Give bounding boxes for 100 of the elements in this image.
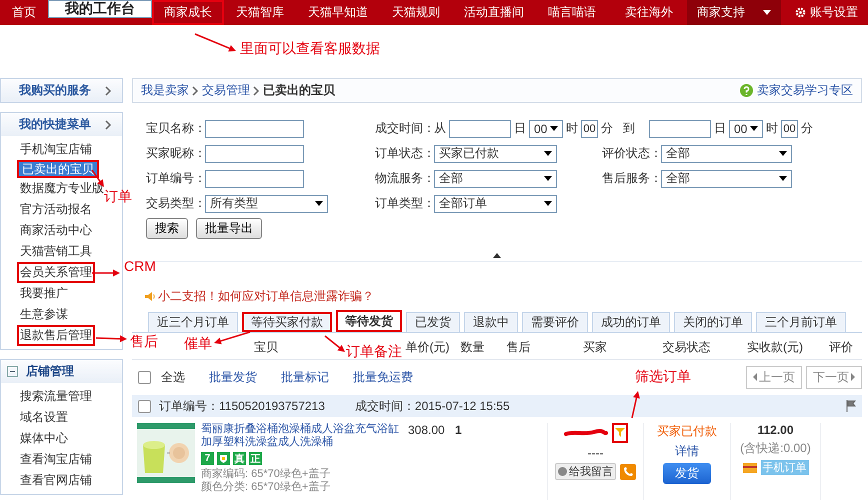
field-label: 售后服务： [602,170,661,187]
nav-link[interactable]: 卖往海外 [615,0,683,25]
order-tab[interactable]: 需要评价 [522,312,588,332]
date-field[interactable] [649,120,711,138]
order-tab[interactable]: 关闭的订单 [674,312,752,332]
filter-button[interactable] [612,423,628,443]
order-number: 订单编号：1150520193757213 [159,398,325,414]
nav-tab[interactable]: 天猫智库 [224,0,296,25]
column-header: 交易状态 [662,338,710,356]
column-header: 实收款(元) [747,338,803,356]
bulk-action-link[interactable]: 批量标记 [281,368,329,386]
dropdown[interactable]: 买家已付款 [434,144,557,162]
minute-field[interactable]: 00 [581,120,598,138]
flag-icon[interactable] [846,400,856,412]
sidebar-item[interactable]: 天猫营销工具 [17,241,95,262]
prev-page-button[interactable]: 上一页 [746,366,802,388]
sidebar-item[interactable]: 会员关系管理 [17,262,95,283]
right-arrow-icon [851,373,855,381]
field-label: 订单类型： [375,195,434,212]
settings-icon [795,7,806,18]
sidebar-item[interactable]: 退款售后管理 [17,325,95,346]
input-field[interactable] [205,120,304,138]
sidebar-header[interactable]: 我购买的服务 [1,79,122,102]
next-page-button[interactable]: 下一页 [806,366,862,388]
annotation-arrow [214,331,250,344]
buyer-name: ---- [588,446,604,460]
sidebar-item[interactable]: 已卖出的宝贝 [17,160,99,178]
dropdown[interactable]: 全部 [434,170,557,188]
caret-icon [550,126,558,131]
dropdown[interactable]: 所有类型 [205,194,328,212]
sidebar-item[interactable]: 媒体中心 [17,428,71,449]
message-button[interactable]: 给我留言 [555,463,616,480]
sidebar-header[interactable]: 店铺管理 [1,360,122,383]
nav-tab[interactable]: 天猫早知道 [296,0,380,25]
dropdown[interactable]: 全部订单 [434,194,557,212]
checkbox[interactable] [138,400,151,412]
unit-label: 到 [623,120,635,137]
collapse-icon[interactable] [7,366,18,377]
caret-icon [544,176,552,181]
sidebar-item[interactable]: 官方活动报名 [17,199,95,220]
sidebar-item[interactable]: 我要推广 [17,283,71,304]
nav-tab[interactable]: 商家成长 [152,0,224,25]
nav-tab[interactable]: 天猫规则 [380,0,452,25]
order-tab[interactable]: 已发货 [406,312,460,332]
nav-tab[interactable]: 我的工作台 [48,0,152,18]
checkbox[interactable] [138,370,151,384]
sidebar-item[interactable]: 商家活动中心 [17,220,95,241]
ship-button[interactable]: 发货 [663,463,711,484]
minute-field[interactable]: 00 [781,120,798,138]
settings-link[interactable]: 账号设置 [785,0,868,25]
dropdown[interactable]: 00 [729,120,763,138]
product-title[interactable]: 蜀丽康折叠浴桶泡澡桶成人浴盆充气浴缸加厚塑料洗澡盆成人洗澡桶 [201,423,400,449]
unit-label: 时 [566,120,578,137]
form-button[interactable]: 批量导出 [196,218,262,239]
sidebar-item[interactable]: 查看官网店铺 [17,470,95,491]
support-menu[interactable]: 商家支持 [687,0,781,25]
nav-tab[interactable]: 首页 [0,0,48,25]
sidebar-item[interactable]: 生意参谋 [17,304,71,325]
dropdown[interactable]: 全部 [661,170,792,188]
order-tab[interactable]: 成功的订单 [592,312,670,332]
card-icon [742,462,756,472]
field-label: 评价状态： [602,145,661,162]
breadcrumb-link[interactable]: 交易管理 [202,82,250,99]
help-link[interactable]: 卖家交易学习专区 [740,82,853,99]
collapse-icon[interactable] [493,253,501,258]
dropdown[interactable]: 全部 [661,144,792,162]
breadcrumb-link[interactable]: 我是卖家 [141,82,189,99]
details-link[interactable]: 详情 [675,443,699,460]
select-all-label[interactable]: 全选 [161,368,185,386]
dropdown[interactable]: 00 [529,120,563,138]
sidebar-item[interactable]: 域名设置 [17,407,71,428]
shield-icon [217,452,230,465]
form-button[interactable]: 搜索 [146,218,188,239]
caret-icon [779,176,787,181]
chevron-icon [105,120,112,130]
order-tab[interactable]: 近三个月订单 [148,312,238,332]
order-tab[interactable]: 三个月前订单 [756,312,846,332]
date-field[interactable] [449,120,511,138]
caret-icon [315,201,323,206]
sidebar-item[interactable]: 搜索流量管理 [17,386,95,407]
nav-tab[interactable]: 喵言喵语 [536,0,608,25]
sidebar-item[interactable]: 手机淘宝店铺 [17,139,95,160]
annotation-arrow [631,391,640,418]
order-tab[interactable]: 退款中 [464,312,518,332]
help-icon [740,84,753,97]
input-field[interactable] [205,144,304,162]
unit-label: 从 [434,120,446,137]
order-tab[interactable]: 等待发货 [336,310,402,332]
bulk-action-link[interactable]: 批量免运费 [353,368,413,386]
tip-link[interactable]: 小二支招！如何应对订单信息泄露诈骗？ [158,288,374,305]
nav-tab[interactable]: 活动直播间 [452,0,536,25]
sidebar-item[interactable]: 查看淘宝店铺 [17,449,95,470]
service-badge: 7 [201,452,214,465]
input-field[interactable] [205,170,304,188]
order-tab[interactable]: 等待买家付款 [242,312,332,332]
sidebar-header[interactable]: 我的快捷菜单 [1,113,122,136]
chat-icon [558,467,567,476]
phone-icon[interactable] [620,464,636,480]
bulk-action-link[interactable]: 批量发货 [209,368,257,386]
field-label: 宝贝名称： [146,120,205,137]
